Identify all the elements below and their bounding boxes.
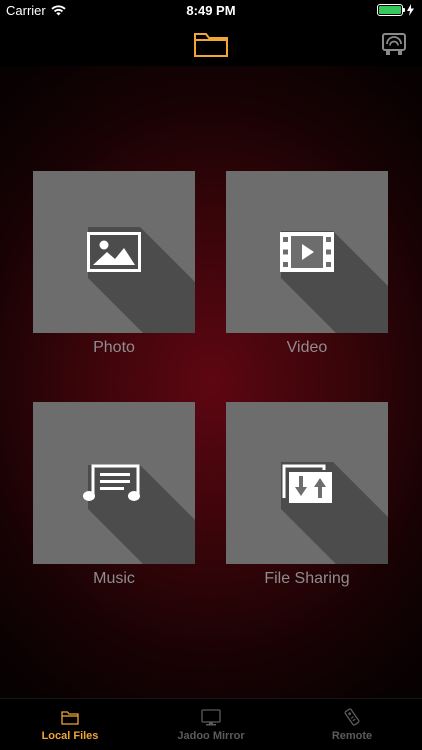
file-sharing-label: File Sharing [264, 570, 350, 587]
tv-icon [201, 708, 221, 726]
tab-bar: Local Files Jadoo Mirror Remote [0, 698, 422, 750]
tab-label: Local Files [41, 730, 99, 742]
tab-remote[interactable]: Remote [282, 699, 422, 750]
photo-tile[interactable] [33, 171, 195, 333]
folder-icon [61, 708, 79, 726]
tab-label: Jadoo Mirror [177, 730, 245, 742]
nav-bar [0, 22, 422, 66]
file-sharing-icon [280, 462, 334, 504]
folder-icon[interactable] [193, 28, 229, 60]
tab-jadoo-mirror[interactable]: Jadoo Mirror [141, 699, 281, 750]
tab-local-files[interactable]: Local Files [0, 699, 140, 750]
status-bar: Carrier 8:49 PM [0, 0, 422, 22]
cast-icon[interactable] [380, 30, 408, 58]
photo-icon [87, 232, 141, 272]
file-sharing-tile[interactable] [226, 402, 388, 564]
status-time: 8:49 PM [186, 3, 236, 18]
main-content: Photo Video Music File Sharing [0, 66, 422, 698]
charging-bolt-icon [407, 4, 414, 16]
music-icon [83, 463, 145, 503]
tab-label: Remote [331, 730, 373, 742]
video-tile[interactable] [226, 171, 388, 333]
video-label: Video [286, 339, 328, 356]
photo-label: Photo [93, 339, 135, 356]
video-icon [280, 232, 334, 272]
music-label: Music [93, 570, 135, 587]
remote-icon [343, 708, 361, 726]
music-tile[interactable] [33, 402, 195, 564]
battery-icon [377, 4, 405, 16]
status-indicators [377, 4, 414, 16]
